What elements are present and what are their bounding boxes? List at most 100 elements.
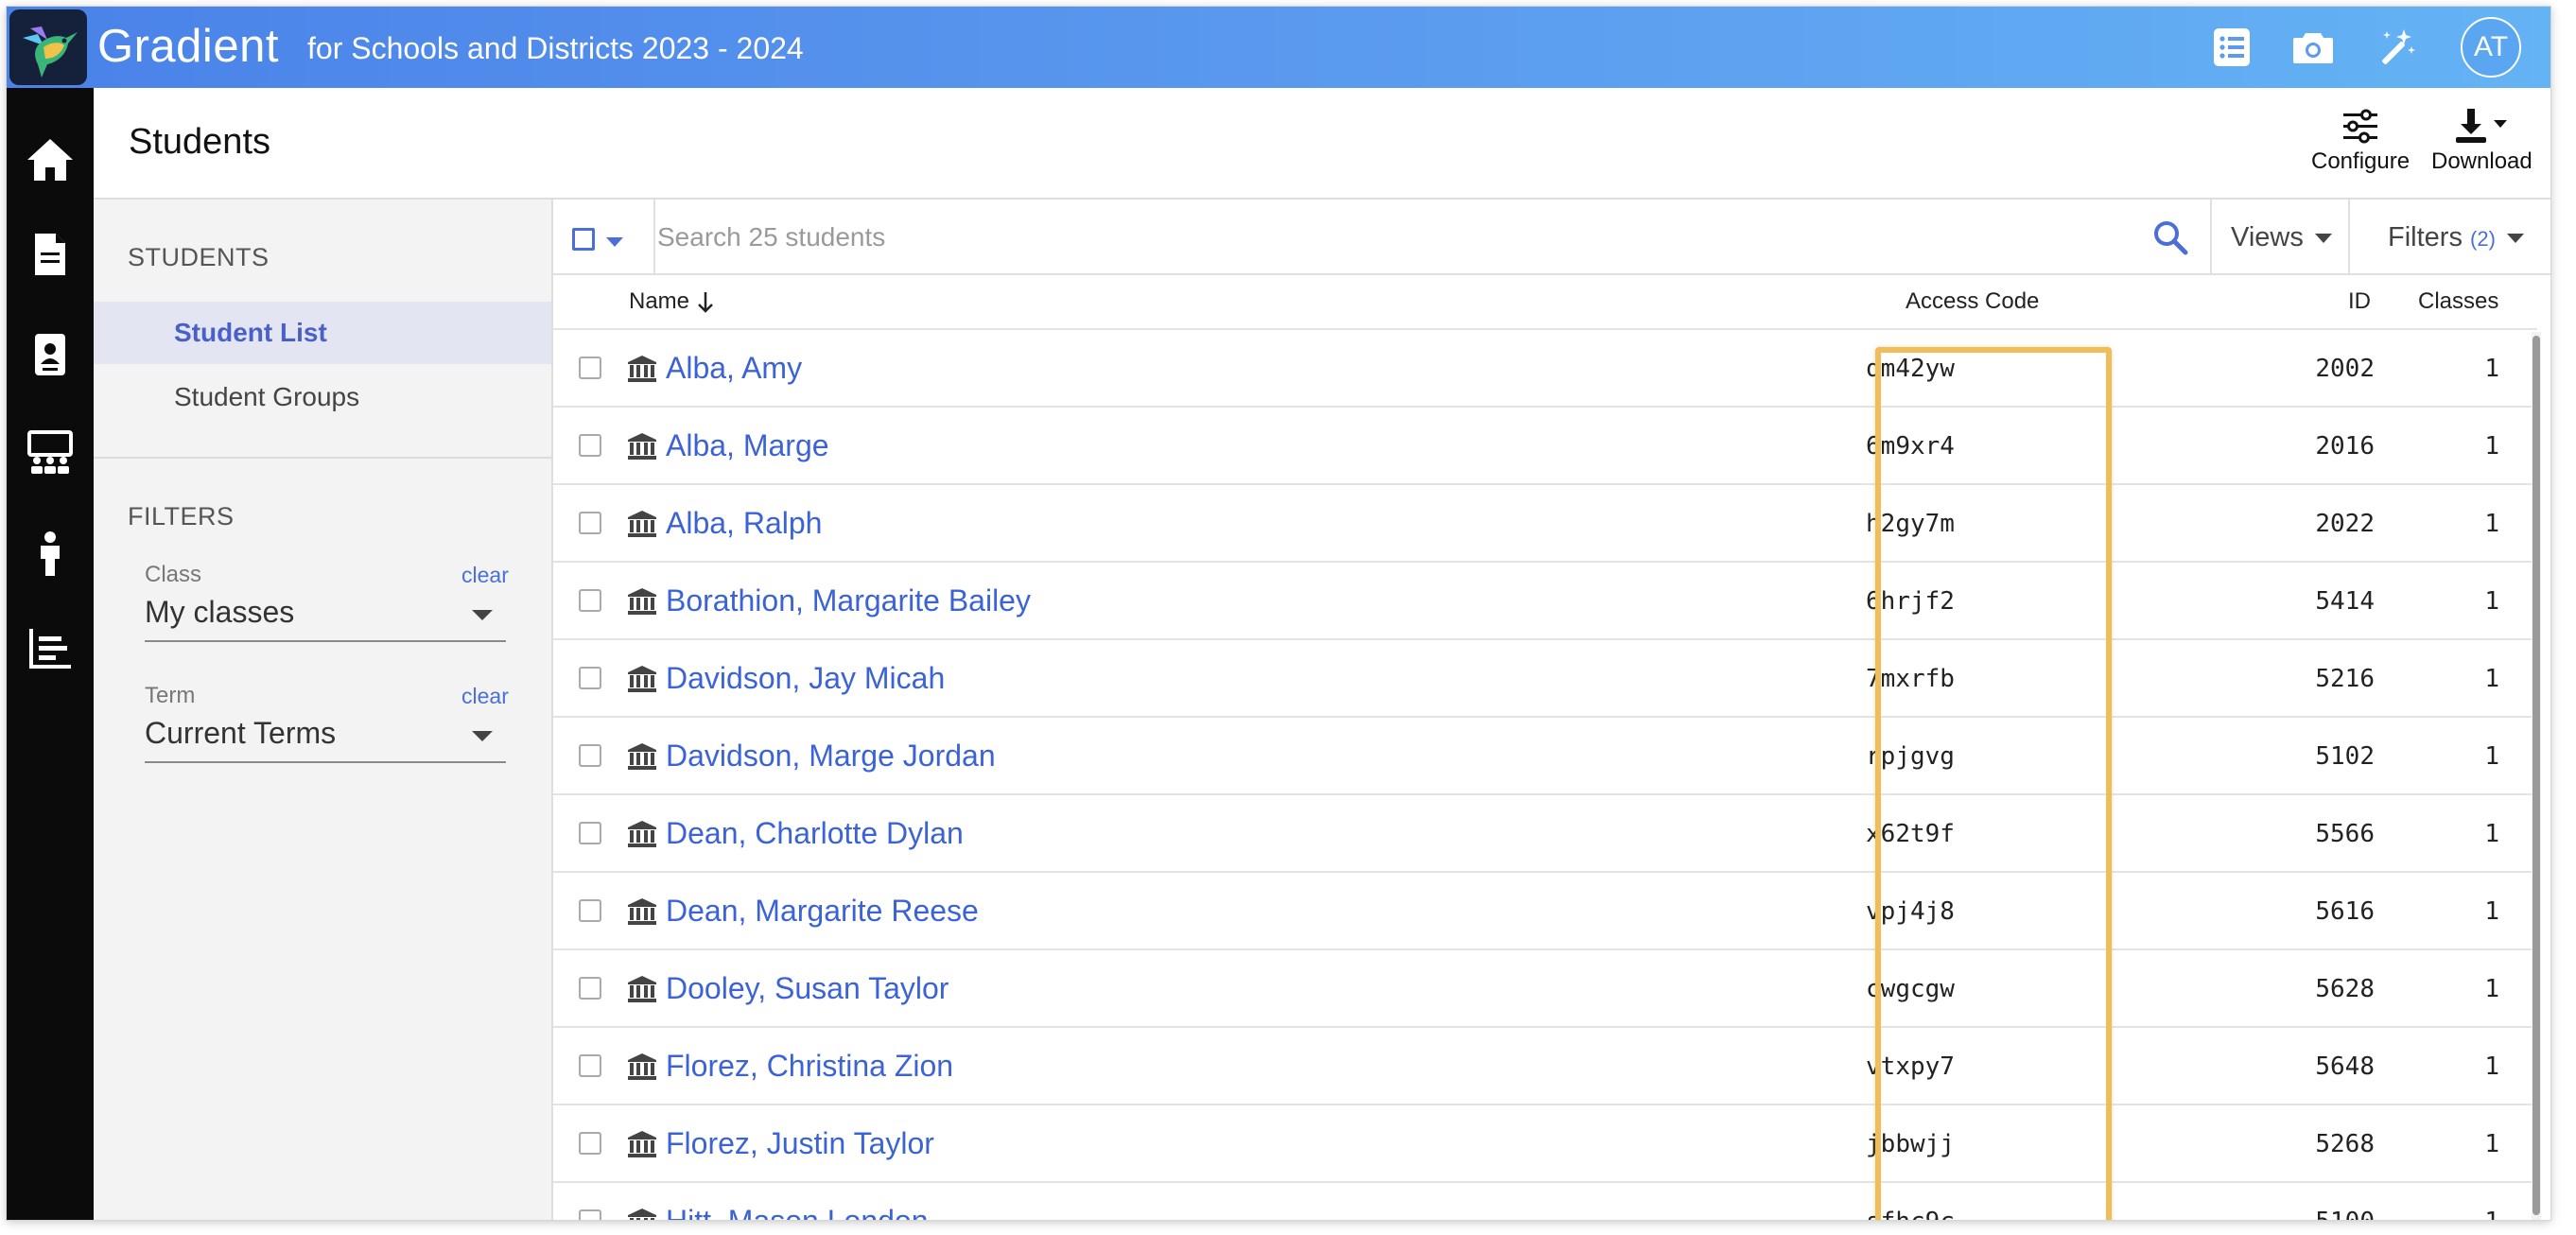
access-code-value: 6m9xr4: [1866, 432, 1955, 461]
access-code-value: jbbwjj: [1866, 1130, 1955, 1158]
classes-count-value: 1: [2484, 1052, 2499, 1081]
row-checkbox[interactable]: [579, 1132, 601, 1155]
student-name-link[interactable]: Alba, Marge: [666, 428, 829, 463]
hummingbird-logo-icon[interactable]: [9, 9, 87, 85]
id-card-icon[interactable]: [26, 330, 75, 379]
class-filter-clear-link[interactable]: clear: [461, 563, 509, 588]
select-menu-caret-icon[interactable]: [606, 237, 623, 247]
access-code-column-header[interactable]: Access Code: [1906, 288, 2039, 315]
access-code-value: vpj4j8: [1866, 897, 1955, 926]
student-name-link[interactable]: Alba, Amy: [666, 351, 802, 386]
row-checkbox[interactable]: [579, 1054, 601, 1077]
access-code-value: x62t9f: [1866, 820, 1955, 848]
table-row[interactable]: Dooley, Susan Taylor cwgcgw 5628 1: [553, 950, 2537, 1028]
list-icon[interactable]: [2210, 26, 2254, 69]
views-label: Views: [2231, 222, 2304, 252]
chart-icon[interactable]: [26, 623, 75, 672]
views-dropdown[interactable]: Views: [2231, 222, 2332, 253]
row-checkbox[interactable]: [579, 589, 601, 612]
toolbar-divider: [2210, 200, 2212, 275]
search-icon[interactable]: [2151, 218, 2189, 256]
caret-down-icon: [2314, 234, 2332, 244]
table-row[interactable]: Alba, Marge 6m9xr4 2016 1: [553, 408, 2537, 485]
student-name-link[interactable]: Dean, Charlotte Dylan: [666, 816, 964, 851]
row-checkbox[interactable]: [579, 357, 601, 379]
classes-count-value: 1: [2484, 1208, 2499, 1220]
student-name-link[interactable]: Dean, Margarite Reese: [666, 894, 979, 929]
student-name-link[interactable]: Davidson, Jay Micah: [666, 661, 945, 696]
table-row[interactable]: Alba, Amy qm42yw 2002 1: [553, 330, 2537, 408]
filters-dropdown[interactable]: Filters (2): [2388, 222, 2524, 253]
user-avatar[interactable]: AT: [2461, 17, 2521, 78]
row-checkbox[interactable]: [579, 822, 601, 844]
term-filter-label: Term: [145, 683, 196, 708]
row-checkbox[interactable]: [579, 899, 601, 922]
table-row[interactable]: Davidson, Jay Micah 7mxrfb 5216 1: [553, 640, 2537, 718]
classes-count-value: 1: [2484, 975, 2499, 1003]
student-name-link[interactable]: Hitt, Mason London: [666, 1204, 929, 1220]
classes-count-value: 1: [2484, 355, 2499, 383]
table-row[interactable]: Dean, Charlotte Dylan x62t9f 5566 1: [553, 795, 2537, 873]
row-checkbox[interactable]: [579, 434, 601, 457]
institution-icon: [628, 1053, 656, 1080]
student-name-link[interactable]: Florez, Justin Taylor: [666, 1126, 934, 1161]
nav-rail: [7, 88, 94, 1220]
student-name-link[interactable]: Dooley, Susan Taylor: [666, 971, 949, 1006]
camera-icon[interactable]: [2291, 26, 2335, 69]
sort-down-arrow-icon: [697, 291, 713, 313]
table-row[interactable]: Borathion, Margarite Bailey 6hrjf2 5414 …: [553, 563, 2537, 640]
name-column-header[interactable]: Name: [629, 288, 715, 315]
classroom-icon[interactable]: [26, 428, 75, 478]
app-subtitle: for Schools and Districts 2023 - 2024: [307, 31, 804, 65]
row-checkbox[interactable]: [579, 512, 601, 534]
configure-label: Configure: [2311, 148, 2411, 174]
filters-label: Filters: [2388, 222, 2463, 252]
table-row[interactable]: Alba, Ralph h2gy7m 2022 1: [553, 485, 2537, 563]
table-row[interactable]: Florez, Justin Taylor jbbwjj 5268 1: [553, 1105, 2537, 1183]
sidebar-item-student-list[interactable]: Student List: [94, 302, 551, 364]
magic-wand-icon[interactable]: [2374, 26, 2417, 69]
student-id-value: 2002: [2315, 355, 2375, 383]
classes-count-value: 1: [2484, 742, 2499, 771]
term-select-value: Current Terms: [145, 716, 337, 750]
institution-icon: [628, 511, 656, 537]
sidebar-divider: [94, 457, 551, 459]
sidebar-item-student-groups[interactable]: Student Groups: [94, 366, 551, 428]
classes-column-header[interactable]: Classes: [2418, 288, 2498, 315]
select-all-checkbox[interactable]: [572, 228, 595, 251]
sliders-icon: [2343, 109, 2378, 144]
configure-button[interactable]: Configure: [2311, 107, 2410, 175]
row-checkbox[interactable]: [579, 977, 601, 1000]
filters-section-heading: FILTERS: [128, 502, 235, 531]
student-id-value: 5628: [2315, 975, 2375, 1003]
class-filter-label: Class: [145, 562, 202, 587]
scrollbar-thumb[interactable]: [2532, 336, 2540, 1215]
institution-icon: [628, 743, 656, 770]
access-code-value: sfhc9c: [1839, 1208, 1981, 1220]
table-row[interactable]: Hitt, Mason London sfhc9c 5100 1: [553, 1183, 2537, 1220]
institution-icon: [628, 433, 656, 460]
home-icon[interactable]: [26, 135, 75, 184]
student-id-value: 2016: [2315, 432, 2375, 461]
student-name-link[interactable]: Davidson, Marge Jordan: [666, 739, 996, 774]
row-checkbox[interactable]: [579, 1209, 601, 1220]
row-checkbox[interactable]: [579, 744, 601, 767]
student-name-link[interactable]: Florez, Christina Zion: [666, 1049, 953, 1084]
term-select[interactable]: Current Terms: [145, 710, 506, 763]
document-icon[interactable]: [26, 230, 75, 279]
search-input[interactable]: [657, 213, 2132, 262]
class-select[interactable]: My classes: [145, 589, 506, 642]
id-column-header[interactable]: ID: [2348, 288, 2371, 315]
table-row[interactable]: Davidson, Marge Jordan rpjgvg 5102 1: [553, 718, 2537, 795]
student-name-link[interactable]: Alba, Ralph: [666, 506, 822, 541]
table-row[interactable]: Florez, Christina Zion vtxpy7 5648 1: [553, 1028, 2537, 1105]
class-select-value: My classes: [145, 595, 295, 629]
term-filter-clear-link[interactable]: clear: [461, 684, 509, 709]
list-toolbar: Views Filters (2): [553, 200, 2550, 275]
row-checkbox[interactable]: [579, 667, 601, 689]
download-button[interactable]: Download: [2431, 107, 2532, 175]
institution-icon: [628, 588, 656, 615]
student-icon[interactable]: [26, 529, 75, 578]
student-name-link[interactable]: Borathion, Margarite Bailey: [666, 583, 1031, 618]
table-row[interactable]: Dean, Margarite Reese vpj4j8 5616 1: [553, 873, 2537, 950]
